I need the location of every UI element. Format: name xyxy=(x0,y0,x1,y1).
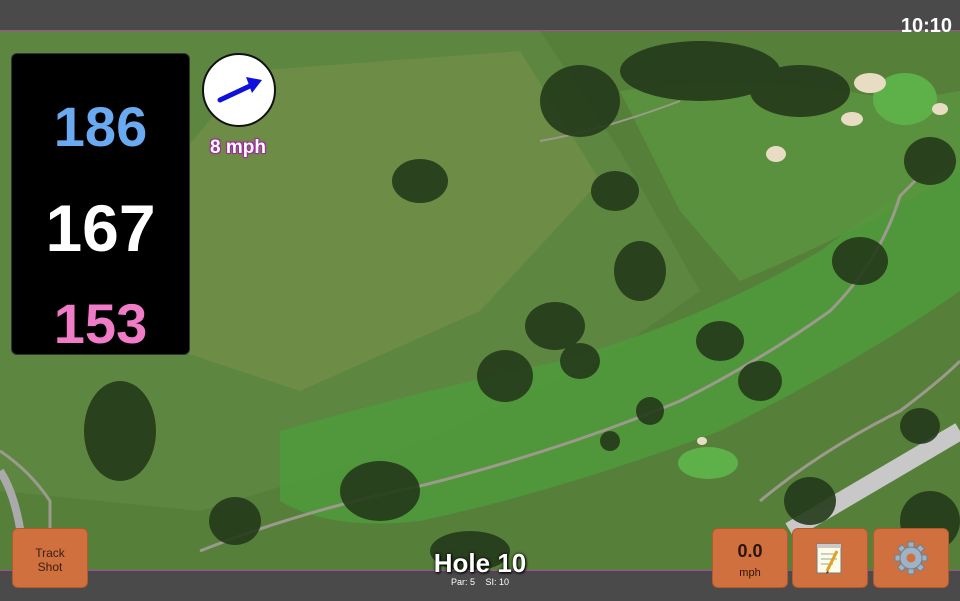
track-shot-label-line2: Shot xyxy=(37,560,63,574)
distance-panel: 186 167 153 xyxy=(11,53,190,355)
back-distance: 186 xyxy=(53,95,148,158)
course-map[interactable]: 186 167 153 8 mph xyxy=(0,31,960,570)
hole-meta: Par: 5 SI: 10 xyxy=(380,577,580,587)
speed-button[interactable]: 0.0 mph xyxy=(712,528,788,588)
clock: 10:10 xyxy=(900,15,952,37)
center-distance: 167 xyxy=(45,191,156,265)
wind-direction-dial xyxy=(202,53,276,127)
wind-direction-arrow-icon xyxy=(217,77,262,103)
wind-speed-label: 8 mph xyxy=(210,137,266,158)
notes-button[interactable] xyxy=(792,528,868,588)
speed-value: 0.0 xyxy=(737,541,763,561)
hole-stroke-index: SI: 10 xyxy=(485,577,510,587)
notepad-icon xyxy=(816,543,842,574)
track-shot-label-line1: Track xyxy=(35,546,65,560)
track-shot-button[interactable]: Track Shot xyxy=(12,528,88,588)
front-distance: 153 xyxy=(53,292,148,355)
gear-icon xyxy=(894,541,928,575)
settings-button[interactable] xyxy=(873,528,949,588)
hole-title: Hole 10 xyxy=(433,548,527,578)
hole-par: Par: 5 xyxy=(450,577,475,587)
speed-unit: mph xyxy=(739,567,761,579)
status-bar xyxy=(0,0,960,31)
